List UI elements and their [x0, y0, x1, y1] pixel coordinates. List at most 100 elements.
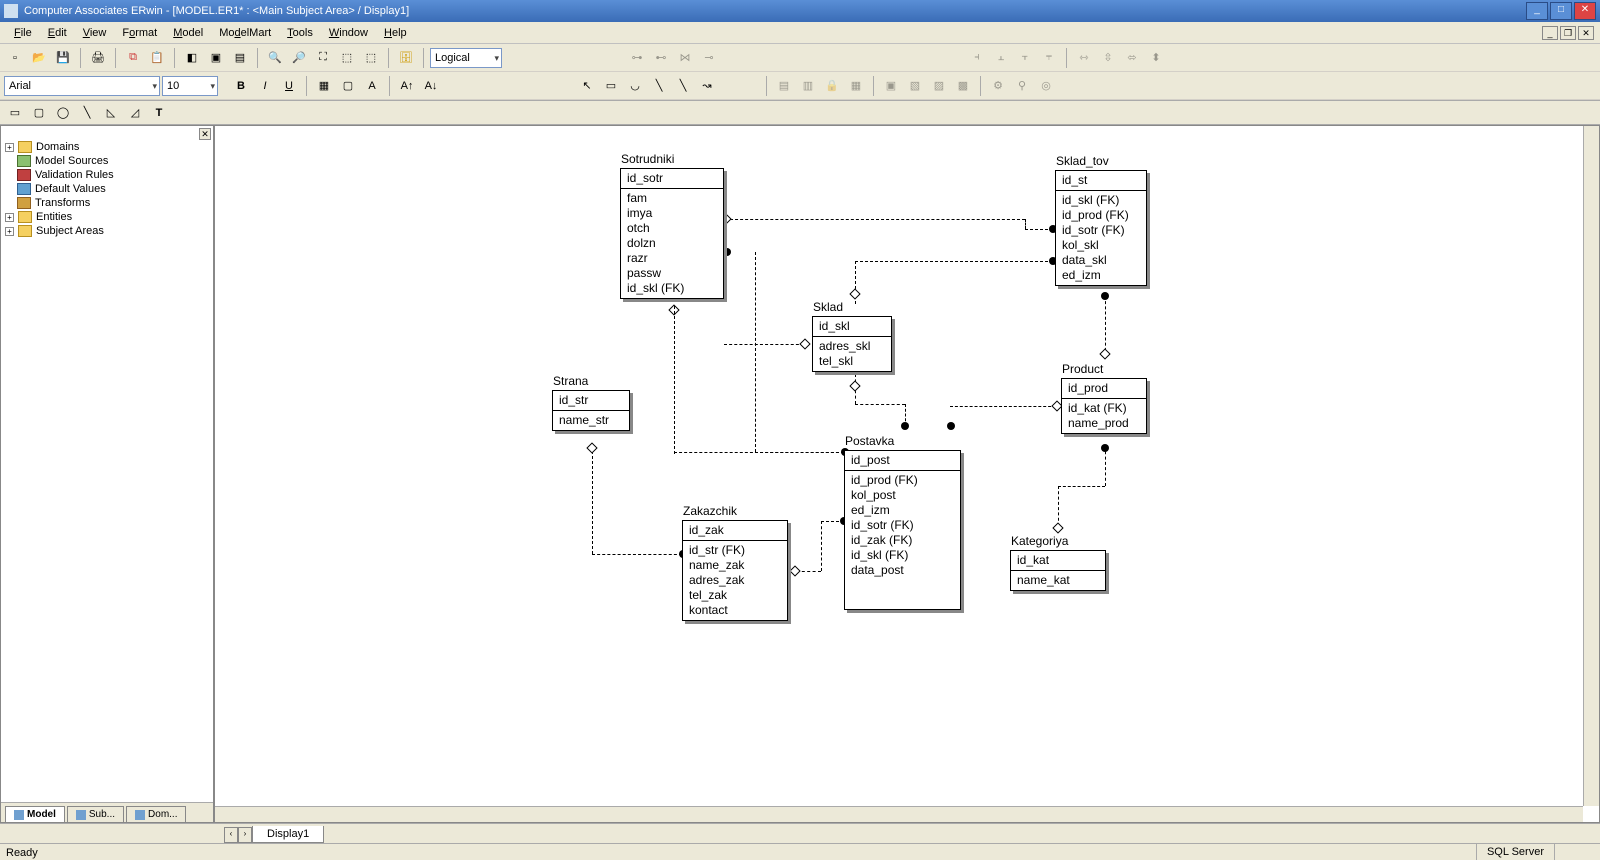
- diagram-canvas[interactable]: Sotrudniki id_sotr fam imya otch dolzn r…: [215, 126, 1599, 822]
- menu-tools[interactable]: Tools: [279, 25, 321, 41]
- inc-button[interactable]: A↑: [396, 75, 418, 97]
- close-button[interactable]: ✕: [1574, 2, 1596, 20]
- tab-domain[interactable]: Dom...: [126, 806, 186, 822]
- expand-icon[interactable]: +: [5, 227, 14, 236]
- entity-tool[interactable]: ▭: [600, 75, 622, 97]
- mdi-close-button[interactable]: ✕: [1578, 26, 1594, 40]
- menu-edit[interactable]: Edit: [40, 25, 75, 41]
- bold-button[interactable]: B: [230, 75, 252, 97]
- font-name-combo[interactable]: Arial: [4, 76, 160, 96]
- tab-nav-first[interactable]: ‹: [224, 827, 238, 843]
- tab-subject[interactable]: Sub...: [67, 806, 124, 822]
- zoom-in-button[interactable]: 🔎: [288, 47, 310, 69]
- layout2-button[interactable]: ▤: [229, 47, 251, 69]
- zoom-fit-button[interactable]: ⛶: [312, 47, 334, 69]
- print-button[interactable]: 🖨: [87, 47, 109, 69]
- tab-model[interactable]: Model: [5, 806, 65, 822]
- menu-modelmart[interactable]: ModelMart: [211, 25, 279, 41]
- id-rel-tool[interactable]: ╲: [648, 75, 670, 97]
- expand-icon[interactable]: +: [5, 143, 14, 152]
- entity-title: Sklad_tov: [1056, 154, 1109, 168]
- shape-text[interactable]: T: [148, 102, 170, 124]
- tree-label: Entities: [36, 211, 72, 223]
- shape-ellipse[interactable]: ◯: [52, 102, 74, 124]
- dec-button[interactable]: A↓: [420, 75, 442, 97]
- entity-postavka[interactable]: Postavka id_post id_prod (FK) kol_post e…: [844, 450, 961, 610]
- tree-node-entities[interactable]: + Entities: [3, 210, 211, 224]
- status-database: SQL Server: [1476, 844, 1554, 860]
- display-tab[interactable]: Display1: [252, 826, 324, 843]
- entity-product[interactable]: Product id_prod id_kat (FK) name_prod: [1061, 378, 1147, 434]
- entity-strana[interactable]: Strana id_str name_str: [552, 390, 630, 431]
- menu-window[interactable]: Window: [321, 25, 376, 41]
- copy-button[interactable]: ⧉: [122, 47, 144, 69]
- line-color-button[interactable]: ▢: [337, 75, 359, 97]
- pointer-tool[interactable]: ↖: [576, 75, 598, 97]
- entity-sklad[interactable]: Sklad id_skl adres_skl tel_skl: [812, 316, 892, 372]
- nonid-rel-icon: ╲: [680, 79, 687, 92]
- open-button[interactable]: 📂: [28, 47, 50, 69]
- menu-file[interactable]: File: [6, 25, 40, 41]
- attr: id_skl (FK): [851, 548, 954, 563]
- tree-node-validation-rules[interactable]: Validation Rules: [3, 168, 211, 182]
- vertical-scrollbar[interactable]: [1583, 126, 1599, 806]
- horizontal-scrollbar[interactable]: [215, 806, 1583, 822]
- shape-roundrect[interactable]: ▢: [28, 102, 50, 124]
- entity-sotrudniki[interactable]: Sotrudniki id_sotr fam imya otch dolzn r…: [620, 168, 724, 299]
- entity-sklad-tov[interactable]: Sklad_tov id_st id_skl (FK) id_prod (FK)…: [1055, 170, 1147, 286]
- shape-polyline[interactable]: ◿: [124, 102, 146, 124]
- model-explorer-panel: ✕ + Domains Model Sources Validation Rul…: [0, 125, 214, 823]
- menu-format[interactable]: Format: [114, 25, 165, 41]
- tree-node-subject-areas[interactable]: + Subject Areas: [3, 224, 211, 238]
- pk-attr: id_skl: [819, 319, 885, 334]
- minimize-button[interactable]: _: [1526, 2, 1548, 20]
- toggle-nav-button[interactable]: ◧: [181, 47, 203, 69]
- save-button[interactable]: 💾: [52, 47, 74, 69]
- attr: ed_izm: [1062, 268, 1140, 283]
- subtype-icon: ◡: [630, 79, 640, 92]
- font-color-button[interactable]: A: [361, 75, 383, 97]
- new-button[interactable]: ▫: [4, 47, 26, 69]
- id-rel-icon: ╲: [656, 79, 663, 92]
- subtype-tool[interactable]: ◡: [624, 75, 646, 97]
- tree-node-domains[interactable]: + Domains: [3, 140, 211, 154]
- mdi-minimize-button[interactable]: _: [1542, 26, 1558, 40]
- layout1-button[interactable]: ▣: [205, 47, 227, 69]
- tree-label: Domains: [36, 141, 79, 153]
- tree-label: Transforms: [35, 197, 90, 209]
- paste-button[interactable]: 📋: [146, 47, 168, 69]
- shape-line[interactable]: ╲: [76, 102, 98, 124]
- attr: imya: [627, 206, 717, 221]
- nonid-rel-tool[interactable]: ╲: [672, 75, 694, 97]
- entity-kategoriya[interactable]: Kategoriya id_kat name_kat: [1010, 550, 1106, 591]
- tree-node-transforms[interactable]: Transforms: [3, 196, 211, 210]
- zoom-out-button[interactable]: 🔍: [264, 47, 286, 69]
- shape-rect[interactable]: ▭: [4, 102, 26, 124]
- attr: id_sotr (FK): [1062, 223, 1140, 238]
- font-size-combo[interactable]: 10: [162, 76, 218, 96]
- pk-attr: id_post: [851, 453, 954, 468]
- italic-button[interactable]: I: [254, 75, 276, 97]
- fill-color-button[interactable]: ▦: [313, 75, 335, 97]
- expand-icon[interactable]: +: [5, 213, 14, 222]
- entity-zakazchik[interactable]: Zakazchik id_zak id_str (FK) name_zak ad…: [682, 520, 788, 621]
- underline-button[interactable]: U: [278, 75, 300, 97]
- zoom-region-button[interactable]: ⬚: [360, 47, 382, 69]
- maximize-button[interactable]: □: [1550, 2, 1572, 20]
- tree-node-model-sources[interactable]: Model Sources: [3, 154, 211, 168]
- model-tree[interactable]: + Domains Model Sources Validation Rules…: [1, 126, 213, 802]
- zoom100-button[interactable]: ⬚: [336, 47, 358, 69]
- menu-model[interactable]: Model: [165, 25, 211, 41]
- menu-view[interactable]: View: [75, 25, 115, 41]
- panel-close-button[interactable]: ✕: [199, 128, 211, 140]
- shape-poly[interactable]: ◺: [100, 102, 122, 124]
- many-rel-tool[interactable]: ↝: [696, 75, 718, 97]
- tab-nav-last[interactable]: ›: [238, 827, 252, 843]
- menu-help[interactable]: Help: [376, 25, 415, 41]
- attr: name_zak: [689, 558, 781, 573]
- model-type-combo[interactable]: Logical: [430, 48, 502, 68]
- mdi-restore-button[interactable]: ❐: [1560, 26, 1576, 40]
- database-button[interactable]: 🗄: [395, 47, 417, 69]
- zoom-region-icon: ⬚: [366, 51, 376, 64]
- tree-node-default-values[interactable]: Default Values: [3, 182, 211, 196]
